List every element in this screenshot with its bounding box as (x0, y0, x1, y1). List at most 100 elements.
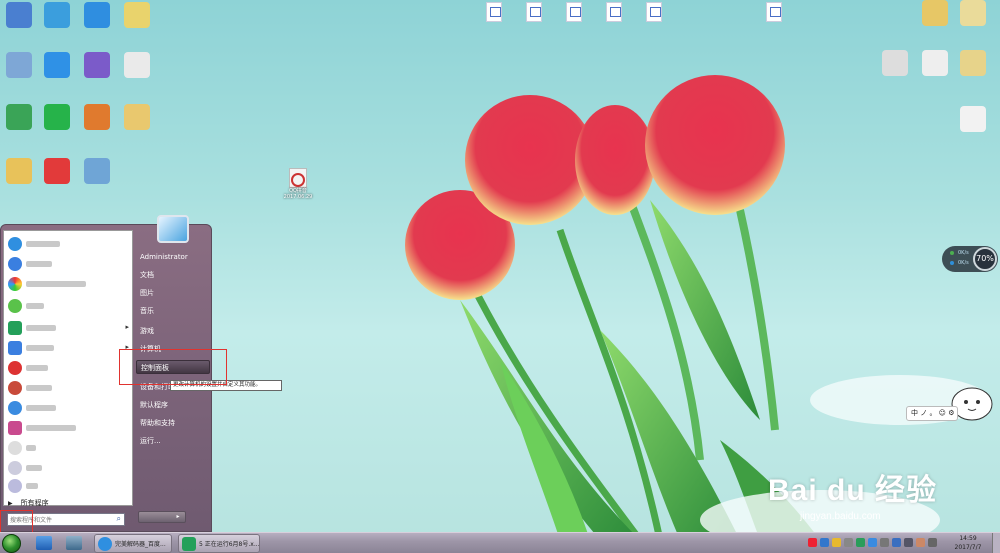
menu-item-music[interactable]: 音乐 (136, 304, 210, 318)
browser-icon (98, 537, 112, 551)
desktop-app-icon[interactable] (960, 106, 986, 132)
program-label-blur (26, 261, 52, 267)
desktop-app-icon[interactable] (84, 2, 110, 28)
desktop-app-icon[interactable] (6, 2, 32, 28)
spreadsheet-icon (8, 321, 22, 335)
program-item[interactable] (6, 379, 132, 397)
menu-item-documents[interactable]: 文档 (136, 268, 210, 282)
desktop-app-icon[interactable] (124, 104, 150, 130)
tray-app-icon[interactable] (820, 538, 829, 547)
program-label-blur (26, 345, 54, 351)
menu-item-run[interactable]: 运行... (136, 434, 210, 448)
menu-item-default-programs[interactable]: 默认程序 (136, 398, 210, 412)
desktop-app-icon[interactable] (882, 50, 908, 76)
task-label: 5 正在运行6月8号.x... (199, 541, 260, 548)
program-item[interactable]: ▸ (6, 339, 132, 357)
desktop-shortcut-icon[interactable]: QQ拼音 2017.06.29 (280, 168, 316, 204)
tray-app-icon[interactable] (892, 538, 901, 547)
taskbar-desktop-icon[interactable] (36, 536, 52, 550)
show-desktop-button[interactable] (992, 533, 1000, 553)
desktop-app-icon[interactable] (44, 52, 70, 78)
upload-dot-icon (950, 251, 954, 255)
desktop-app-icon[interactable] (124, 52, 150, 78)
desktop-file-icon[interactable] (566, 2, 582, 22)
media-icon (8, 381, 22, 395)
volume-icon[interactable] (928, 538, 937, 547)
desktop-app-icon[interactable] (84, 158, 110, 184)
taskbar-task-browser[interactable]: 完美解码器_百度... (94, 534, 172, 553)
program-item[interactable]: ▸ (6, 319, 132, 337)
app-icon (8, 421, 22, 435)
desktop-app-icon[interactable] (960, 50, 986, 76)
desktop-file-icon[interactable] (486, 2, 502, 22)
desktop-app-icon[interactable] (124, 2, 150, 28)
shortcut-label-2: 2017.06.29 (283, 194, 313, 200)
menu-item-help-support[interactable]: 帮助和支持 (136, 416, 210, 430)
start-menu-programs-pane: ▸ ▸ ▶ 所有程序 (3, 230, 133, 509)
play-triangle-icon: ▶ (8, 500, 13, 507)
program-item[interactable] (6, 359, 132, 377)
program-label-blur (26, 465, 42, 471)
tray-app-icon[interactable] (880, 538, 889, 547)
program-label-blur (26, 241, 60, 247)
desktop-app-icon[interactable] (84, 104, 110, 130)
search-icon[interactable]: ⌕ (117, 514, 121, 524)
writer-icon (8, 341, 22, 355)
taskbar-task-spreadsheet[interactable]: 5 正在运行6月8号.x... (178, 534, 260, 553)
program-item[interactable] (6, 477, 132, 495)
program-item[interactable] (6, 459, 132, 477)
program-item[interactable] (6, 275, 132, 293)
qq-icon (8, 361, 22, 375)
submenu-arrow-icon: ▸ (125, 323, 129, 331)
desktop-app-icon[interactable] (922, 50, 948, 76)
program-item[interactable] (6, 399, 132, 417)
tray-app-icon[interactable] (808, 538, 817, 547)
tray-app-icon[interactable] (844, 538, 853, 547)
desktop-file-icon[interactable] (766, 2, 782, 22)
desktop-app-icon[interactable] (44, 2, 70, 28)
app-icon (8, 277, 22, 291)
desktop-app-icon[interactable] (6, 158, 32, 184)
desktop-file-icon[interactable] (606, 2, 622, 22)
desktop-app-icon[interactable] (6, 104, 32, 130)
program-item[interactable] (6, 297, 132, 315)
network-icon[interactable] (904, 538, 913, 547)
ime-toolbar[interactable]: 中 ノ 。 ☺ ⚙ (906, 406, 958, 421)
desktop-app-icon[interactable] (44, 104, 70, 130)
menu-item-games[interactable]: 游戏 (136, 324, 210, 338)
desktop-app-icon[interactable] (922, 0, 948, 26)
clock[interactable]: 14:59 2017/7/7 (948, 534, 988, 552)
program-item[interactable] (6, 235, 132, 253)
program-item[interactable] (6, 439, 132, 457)
tray-app-icon[interactable] (856, 538, 865, 547)
taskbar-window-icon[interactable] (66, 536, 82, 550)
tray-app-icon[interactable] (868, 538, 877, 547)
menu-item-pictures[interactable]: 图片 (136, 286, 210, 300)
flag-icon[interactable] (916, 538, 925, 547)
all-programs-label: 所有程序 (20, 499, 49, 507)
program-item[interactable] (6, 419, 132, 437)
program-label-blur (26, 445, 36, 451)
desktop-app-icon[interactable] (960, 0, 986, 26)
baidu-brand: Bai du 经验 (768, 474, 938, 507)
start-button[interactable] (2, 534, 21, 553)
user-avatar[interactable] (157, 215, 189, 243)
baidu-site: jingyan.baidu.com (800, 511, 881, 522)
desktop-app-icon[interactable] (6, 52, 32, 78)
program-label-blur (26, 385, 52, 391)
program-label-blur (26, 425, 76, 431)
tray-app-icon[interactable] (832, 538, 841, 547)
desktop-app-icon[interactable] (44, 158, 70, 184)
program-item[interactable] (6, 255, 132, 273)
shortcut-glyph-icon (289, 168, 307, 188)
desktop-file-icon[interactable] (646, 2, 662, 22)
desktop-app-icon[interactable] (84, 52, 110, 78)
clock-date: 2017/7/7 (954, 544, 982, 551)
shutdown-options-arrow-icon[interactable]: ▸ (172, 511, 184, 523)
user-name[interactable]: Administrator (136, 250, 210, 264)
all-programs-button[interactable]: ▶ 所有程序 (8, 497, 132, 509)
program-label-blur (26, 303, 44, 309)
desktop-file-icon[interactable] (526, 2, 542, 22)
baidu-watermark: Bai du 经验 jingyan.baidu.com (768, 465, 958, 525)
network-monitor-widget[interactable]: 0K/s 0K/s 70% (942, 246, 998, 272)
